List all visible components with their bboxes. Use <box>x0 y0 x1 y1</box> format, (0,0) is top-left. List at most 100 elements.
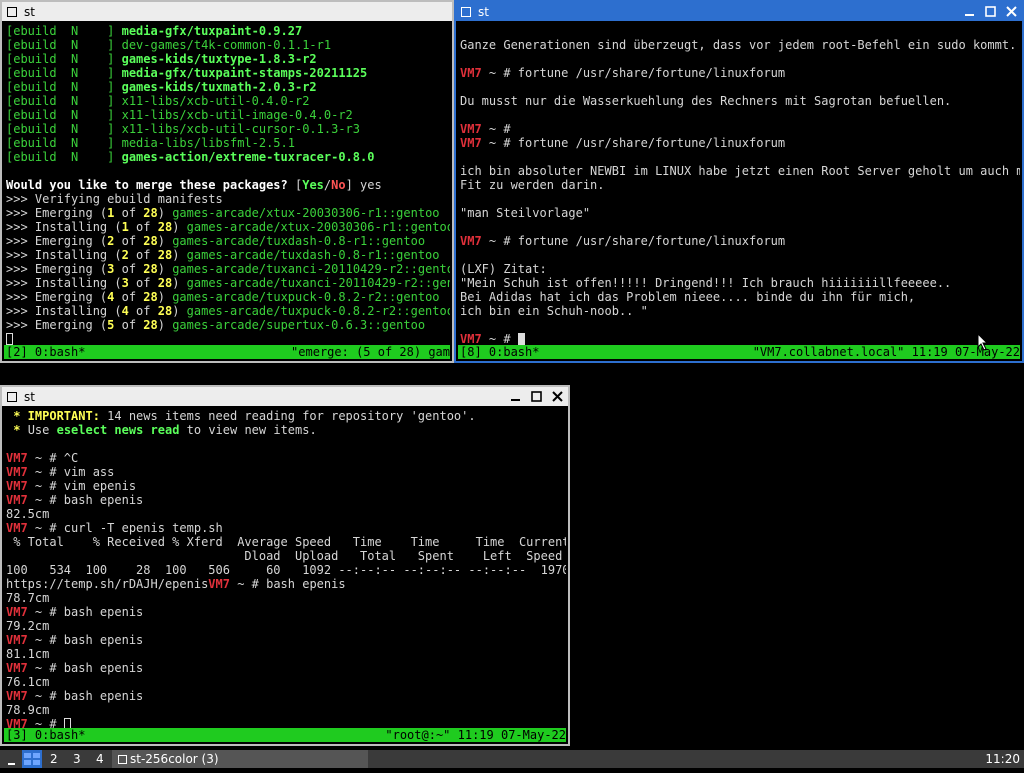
taskbar: 2 3 4 st-256color (3) 11:20 <box>0 750 1024 768</box>
terminal-text: >>> Emerging ( <box>6 318 108 332</box>
terminal-text: ~ # vim ass <box>27 465 115 479</box>
terminal-line: (LXF) Zitat: <box>460 262 1020 276</box>
terminal-text: VM7 <box>6 451 28 465</box>
terminal-output[interactable]: * IMPORTANT: 14 news items need reading … <box>6 409 566 742</box>
terminal-text: ~ # <box>481 332 518 346</box>
terminal-text: VM7 <box>460 122 482 136</box>
clock[interactable]: 11:20 <box>985 750 1020 768</box>
terminal-line: Du musst nur die Wasserkuehlung des Rech… <box>460 94 1020 108</box>
terminal-output[interactable]: [ebuild N ] media-gfx/tuxpaint-0.9.27 [eb… <box>6 24 450 359</box>
close-icon[interactable] <box>1005 5 1018 18</box>
terminal-line: >>> Verifying ebuild manifests <box>6 192 450 206</box>
terminal-line: VM7 ~ # <box>460 122 1020 136</box>
close-icon[interactable] <box>551 390 564 403</box>
workspace-3-button[interactable]: 3 <box>73 750 81 768</box>
terminal-text: 76.1cm <box>6 675 50 689</box>
window-square-icon <box>118 755 127 764</box>
maximize-icon[interactable] <box>984 5 997 18</box>
window-titlebar[interactable]: st <box>456 2 1022 21</box>
terminal-text: VM7 <box>6 479 28 493</box>
terminal-text: to view new items. <box>179 423 317 437</box>
terminal-text: (LXF) Zitat: <box>460 262 547 276</box>
terminal-text: eselect news read <box>56 423 180 437</box>
terminal-text: games-action/extreme-tuxracer-0.8.0 <box>121 150 375 164</box>
terminal-text: 28 <box>157 276 173 290</box>
task-st-256color[interactable]: st-256color (3) <box>112 750 368 768</box>
terminal-text: ) <box>157 318 173 332</box>
terminal-text: media-gfx/tuxpaint-0.9.27 <box>121 24 303 38</box>
window-titlebar[interactable]: st <box>2 387 568 406</box>
terminal-text: 82.5cm <box>6 507 50 521</box>
terminal-text: of <box>114 318 144 332</box>
terminal-text: 28 <box>143 262 158 276</box>
terminal-line: Bei Adidas hat ich das Problem nieee....… <box>460 290 1020 304</box>
terminal-window-fortune[interactable]: st Ganze Generationen sind überzeugt, da… <box>454 0 1024 363</box>
terminal-line: 82.5cm <box>6 507 566 521</box>
terminal-text: >>> Verifying ebuild manifests <box>6 192 223 206</box>
terminal-text: 2 <box>121 248 129 262</box>
terminal-window-bash[interactable]: st * IMPORTANT: 14 news items need readi… <box>0 385 570 746</box>
terminal-text: ~ # <box>481 122 511 136</box>
terminal-text: ~ # fortune /usr/share/fortune/linuxforu… <box>481 136 786 150</box>
terminal-text: VM7 <box>6 465 28 479</box>
terminal-text: of <box>114 234 144 248</box>
terminal-line: VM7 ~ # vim epenis <box>6 479 566 493</box>
minimize-icon[interactable] <box>963 5 976 18</box>
terminal-text: "man Steilvorlage" <box>460 206 591 220</box>
start-menu-icon[interactable] <box>6 750 18 768</box>
terminal-text: >>> Emerging ( <box>6 290 108 304</box>
terminal-text: * IMPORTANT: <box>6 409 100 423</box>
terminal-text: games-arcade/tuxpuck-0.8.2-r2::gentoo <box>186 304 450 318</box>
terminal-text: ~ # bash epenis <box>27 493 144 507</box>
terminal-text: Use <box>27 423 57 437</box>
terminal-text: ) <box>157 290 173 304</box>
terminal-text: games-arcade/xtux-20030306-r1::gentoo <box>172 206 440 220</box>
terminal-line: VM7 ~ # bash epenis <box>6 661 566 675</box>
terminal-line: VM7 ~ # ^C <box>6 451 566 465</box>
terminal-output[interactable]: Ganze Generationen sind überzeugt, dass … <box>460 24 1020 359</box>
window-titlebar[interactable]: st <box>2 2 452 21</box>
terminal-text: VM7 <box>460 234 482 248</box>
terminal-text: 28 <box>143 234 158 248</box>
terminal-text: >>> Emerging ( <box>6 262 108 276</box>
tmux-status-bar: [3] 0:bash* "root@:~" 11:19 07-May-22 <box>4 728 566 742</box>
terminal-window-emerge[interactable]: st [ebuild N ] media-gfx/tuxpaint-0.9.27… <box>0 0 454 363</box>
workspace-2-button[interactable]: 2 <box>50 750 58 768</box>
status-right: "emerge: (5 of 28) gam <box>291 345 450 359</box>
terminal-line: [ebuild N ] media-gfx/tuxpaint-stamps-20… <box>6 66 450 80</box>
maximize-icon[interactable] <box>530 390 543 403</box>
terminal-text: ~ # bash epenis <box>27 689 144 703</box>
terminal-line: 78.9cm <box>6 703 566 717</box>
terminal-text: [ebuild N ] <box>6 38 122 52</box>
terminal-text: 28 <box>157 304 173 318</box>
terminal-line: VM7 ~ # bash epenis <box>6 689 566 703</box>
workspace-1-button[interactable] <box>22 750 42 768</box>
terminal-line: VM7 ~ # fortune /usr/share/fortune/linux… <box>460 234 1020 248</box>
terminal-line: >>> Emerging (4 of 28) games-arcade/tuxp… <box>6 290 450 304</box>
terminal-line: Ganze Generationen sind überzeugt, dass … <box>460 38 1020 52</box>
terminal-line: VM7 ~ # bash epenis <box>6 633 566 647</box>
terminal-line: 81.1cm <box>6 647 566 661</box>
terminal-text: [ebuild N ] <box>6 122 122 136</box>
workspace-4-button[interactable]: 4 <box>96 750 104 768</box>
terminal-text: [ebuild N ] <box>6 52 122 66</box>
terminal-line: 78.7cm <box>6 591 566 605</box>
terminal-cursor <box>517 333 525 345</box>
terminal-line: * Use eselect news read to view new item… <box>6 423 566 437</box>
terminal-text: ) <box>157 206 173 220</box>
minimize-icon[interactable] <box>509 390 522 403</box>
terminal-text: 14 news items need reading for repositor… <box>99 409 476 423</box>
status-left: [8] 0:bash* <box>460 345 540 359</box>
terminal-text: Du musst nur die Wasserkuehlung des Rech… <box>460 94 952 108</box>
terminal-text: games-arcade/tuxdash-0.8-r1::gentoo <box>186 248 440 262</box>
terminal-text: games-arcade/xtux-20030306-r1::gentoo <box>186 220 450 234</box>
terminal-text: games-arcade/supertux-0.6.3::gentoo <box>172 318 426 332</box>
terminal-text: games-kids/tuxmath-2.0.3-r2 <box>121 80 317 94</box>
terminal-text: VM7 <box>6 633 28 647</box>
terminal-text: games-arcade/tuxdash-0.8-r1::gentoo <box>172 234 426 248</box>
terminal-text: VM7 <box>6 689 28 703</box>
